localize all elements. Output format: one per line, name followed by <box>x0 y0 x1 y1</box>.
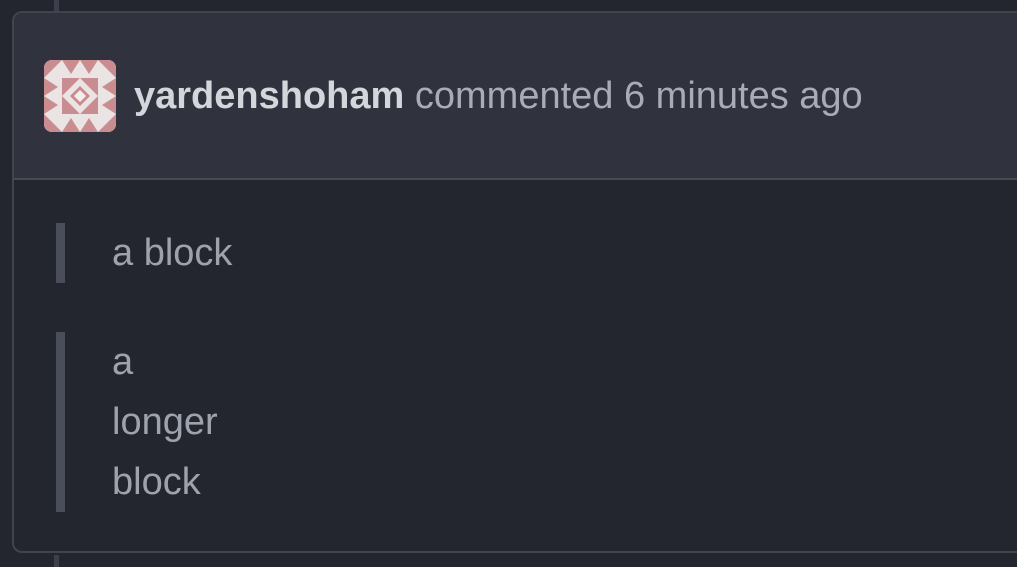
comment-box: yardenshoham commented 6 minutes ago a b… <box>12 11 1017 553</box>
comment-action: commented <box>414 75 614 117</box>
blockquote-line: block <box>112 461 201 503</box>
timeline-line-bottom <box>54 555 59 567</box>
author-link[interactable]: yardenshoham <box>134 75 404 117</box>
comment-header: yardenshoham commented 6 minutes ago <box>14 13 1017 180</box>
blockquote: a longer block <box>56 332 218 512</box>
avatar[interactable] <box>44 60 116 132</box>
identicon-avatar-icon <box>44 60 116 132</box>
comment-body: a block a longer block <box>14 180 1017 551</box>
comment-header-text: yardenshoham commented 6 minutes ago <box>134 73 863 119</box>
blockquote-line: a <box>112 341 134 383</box>
blockquote-line: a block <box>112 232 233 274</box>
blockquote: a block <box>56 223 232 283</box>
blockquote-line: longer <box>112 401 218 443</box>
comment-timestamp[interactable]: 6 minutes ago <box>624 75 863 117</box>
